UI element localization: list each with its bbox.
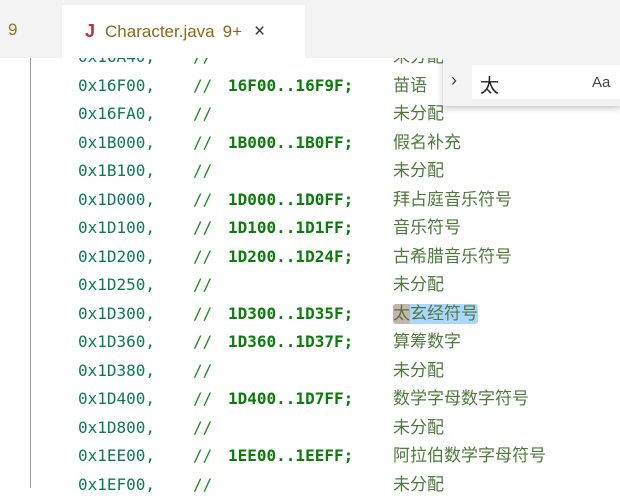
close-icon[interactable]: ×	[254, 21, 265, 43]
find-input[interactable]: 太 Aa	[472, 65, 620, 99]
code-address: 0x1D800,	[78, 414, 193, 443]
code-line: 0x1B100,// 未分配	[78, 157, 546, 186]
comment-marker: //	[193, 100, 228, 129]
comment-marker: //	[193, 442, 228, 471]
code-comment-text: 太玄经符号	[393, 300, 478, 329]
comment-marker: //	[193, 243, 228, 272]
code-comment-text: 未分配	[393, 471, 444, 499]
code-comment-text: 苗语	[393, 72, 427, 101]
code-range	[228, 271, 393, 300]
selection-text: 玄经符号	[410, 304, 478, 324]
code-comment-text: 音乐符号	[393, 214, 461, 243]
code-line: 0x1D200,//1D200..1D24F;古希腊音乐符号	[78, 243, 546, 272]
code-address: 0x1EF00,	[78, 471, 193, 499]
code-range: 1D300..1D35F;	[228, 300, 393, 329]
code-range	[228, 357, 393, 386]
code-comment-text: 拜占庭音乐符号	[393, 186, 512, 215]
code-range: 1EE00..1EEFF;	[228, 442, 393, 471]
indent-guide	[30, 58, 31, 488]
code-range: 1D400..1D7FF;	[228, 385, 393, 414]
code-range: 16F00..16F9F;	[228, 72, 393, 101]
code-address: 0x1D300,	[78, 300, 193, 329]
code-line: 0x1D250,// 未分配	[78, 271, 546, 300]
code-comment-text: 算筹数字	[393, 328, 461, 357]
code-comment-text: 未分配	[393, 157, 444, 186]
code-address: 0x1D200,	[78, 243, 193, 272]
comment-marker: //	[193, 357, 228, 386]
comment-marker: //	[193, 214, 228, 243]
comment-marker: //	[193, 471, 228, 499]
code-address: 0x1D400,	[78, 385, 193, 414]
code-address: 0x1B000,	[78, 129, 193, 158]
tab-title: Character.java	[105, 22, 215, 42]
tab-bar: 9 J Character.java 9+ ×	[0, 0, 620, 58]
code-comment-text: 未分配	[393, 357, 444, 386]
code-address: 0x16FA0,	[78, 100, 193, 129]
comment-marker: //	[193, 186, 228, 215]
code-address: 0x1D250,	[78, 271, 193, 300]
code-address: 0x1EE00,	[78, 442, 193, 471]
code-comment-text: 阿拉伯数学字母符号	[393, 442, 546, 471]
code-line: 0x1EF00,// 未分配	[78, 471, 546, 499]
comment-marker: //	[193, 385, 228, 414]
code-address: 0x16F00,	[78, 72, 193, 101]
code-address: 0x1D380,	[78, 357, 193, 386]
code-line: 0x1D380,// 未分配	[78, 357, 546, 386]
code-line: 0x1D360,//1D360..1D37F;算筹数字	[78, 328, 546, 357]
find-widget: › 太 Aa	[443, 58, 620, 106]
previous-tab-fragment[interactable]: 9	[8, 20, 17, 40]
comment-marker: //	[193, 414, 228, 443]
code-line: 0x1D100,//1D100..1D1FF;音乐符号	[78, 214, 546, 243]
code-address: 0x1D000,	[78, 186, 193, 215]
code-comment-text: 未分配	[393, 100, 444, 129]
code-comment-text: 未分配	[393, 271, 444, 300]
code-range	[228, 100, 393, 129]
code-line: 0x1D300,//1D300..1D35F;太玄经符号	[78, 300, 546, 329]
code-range: 1D200..1D24F;	[228, 243, 393, 272]
code-line: 0x1D000,//1D000..1D0FF;拜占庭音乐符号	[78, 186, 546, 215]
comment-marker: //	[193, 271, 228, 300]
code-line: 0x1EE00,//1EE00..1EEFF;阿拉伯数学字母符号	[78, 442, 546, 471]
java-file-icon: J	[85, 21, 95, 42]
code-range: 1D100..1D1FF;	[228, 214, 393, 243]
comment-marker: //	[193, 328, 228, 357]
current-find-match: 太	[393, 304, 410, 324]
code-comment-text: 假名补充	[393, 129, 461, 158]
comment-marker: //	[193, 300, 228, 329]
code-comment-text: 数学字母数字符号	[393, 385, 529, 414]
code-editor[interactable]: 0x16A40,//未分配0x16F00,//16F00..16F9F;苗语0x…	[78, 43, 546, 499]
find-input-value: 太	[480, 71, 499, 98]
code-range	[228, 414, 393, 443]
toggle-replace-chevron-icon[interactable]: ›	[451, 70, 457, 91]
comment-marker: //	[193, 72, 228, 101]
code-address: 0x1B100,	[78, 157, 193, 186]
code-address: 0x1D360,	[78, 328, 193, 357]
code-range: 1D360..1D37F;	[228, 328, 393, 357]
problems-badge: 9+	[223, 22, 242, 42]
code-address: 0x1D100,	[78, 214, 193, 243]
code-line: 0x1D800,// 未分配	[78, 414, 546, 443]
tab-character-java[interactable]: J Character.java 9+ ×	[62, 5, 305, 58]
code-range: 1B000..1B0FF;	[228, 129, 393, 158]
code-range	[228, 157, 393, 186]
comment-marker: //	[193, 129, 228, 158]
code-line: 0x1D400,//1D400..1D7FF;数学字母数字符号	[78, 385, 546, 414]
code-comment-text: 古希腊音乐符号	[393, 243, 512, 272]
code-comment-text: 未分配	[393, 414, 444, 443]
code-range: 1D000..1D0FF;	[228, 186, 393, 215]
code-range	[228, 471, 393, 499]
match-case-button[interactable]: Aa	[592, 74, 610, 91]
code-line: 0x1B000,//1B000..1B0FF;假名补充	[78, 129, 546, 158]
comment-marker: //	[193, 157, 228, 186]
